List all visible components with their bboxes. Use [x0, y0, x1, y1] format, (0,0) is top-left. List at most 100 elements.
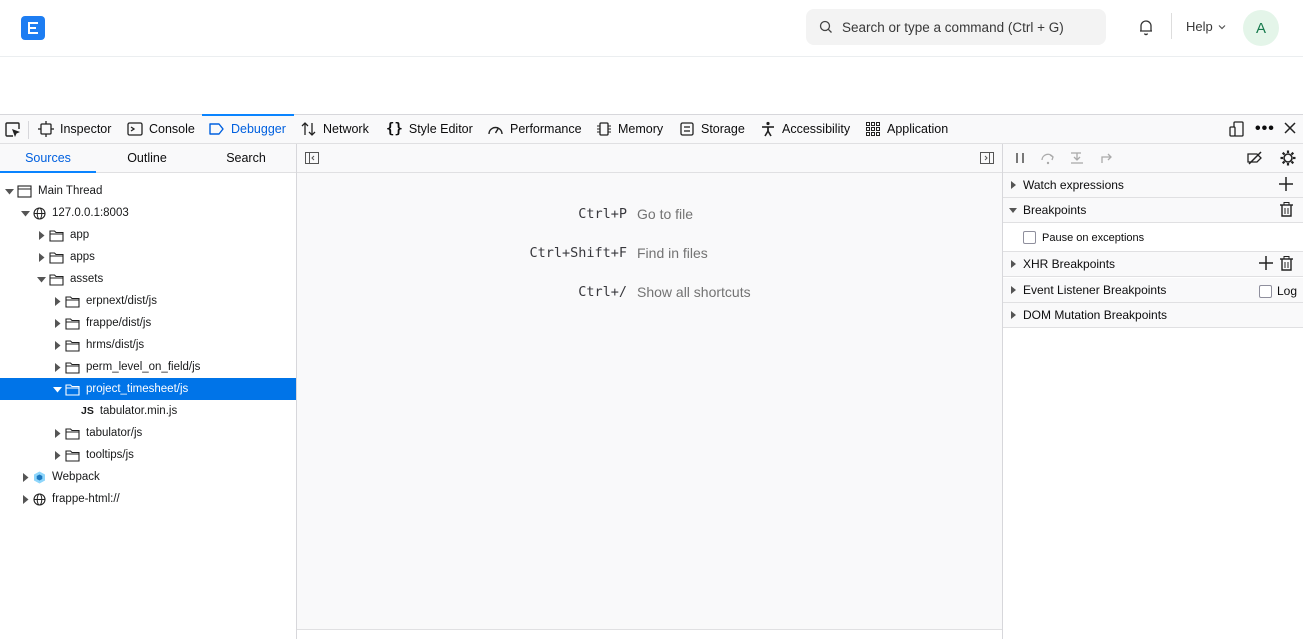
- xhr-breakpoints-header[interactable]: XHR Breakpoints: [1003, 252, 1303, 277]
- tree-item-label: project_timesheet/js: [86, 383, 189, 395]
- tab-inspector[interactable]: Inspector: [38, 115, 111, 143]
- webpack-icon: [33, 471, 46, 484]
- pause-on-exceptions-checkbox[interactable]: [1023, 231, 1036, 244]
- tree-item[interactable]: frappe/dist/js: [0, 312, 296, 334]
- tab-label: Accessibility: [782, 122, 851, 136]
- chevron-down-icon[interactable]: [52, 384, 62, 394]
- folder-icon: [65, 317, 80, 330]
- chevron-right-icon[interactable]: [52, 318, 62, 328]
- add-xhr-breakpoint-button[interactable]: [1259, 256, 1273, 273]
- dom-mutation-breakpoints-header[interactable]: DOM Mutation Breakpoints: [1003, 303, 1303, 328]
- remove-xhr-breakpoints-button[interactable]: [1280, 256, 1293, 274]
- chevron-down-icon[interactable]: [36, 274, 46, 284]
- help-dropdown[interactable]: Help: [1186, 19, 1227, 34]
- chevron-right-icon[interactable]: [52, 428, 62, 438]
- devtools-panel: Inspector Console Debugger Network {} St…: [0, 114, 1303, 639]
- tree-item[interactable]: project_timesheet/js: [0, 378, 296, 400]
- toggle-right-pane-button[interactable]: [980, 151, 994, 170]
- deactivate-breakpoints-button[interactable]: [1246, 151, 1264, 170]
- step-over-button[interactable]: [1040, 151, 1056, 170]
- log-toggle[interactable]: Log: [1259, 284, 1297, 298]
- tree-item[interactable]: perm_level_on_field/js: [0, 356, 296, 378]
- tree-item[interactable]: 127.0.0.1:8003: [0, 202, 296, 224]
- shortcut-label: Find in files: [637, 245, 708, 261]
- step-in-icon: [1071, 152, 1083, 164]
- toggle-sources-button[interactable]: [305, 151, 319, 170]
- notifications-button[interactable]: [1137, 18, 1155, 41]
- tree-item[interactable]: hrms/dist/js: [0, 334, 296, 356]
- chevron-right-icon[interactable]: [52, 340, 62, 350]
- step-out-button[interactable]: [1099, 151, 1115, 170]
- tree-item[interactable]: apps: [0, 246, 296, 268]
- chevron-right-icon[interactable]: [52, 362, 62, 372]
- tree-item[interactable]: frappe-html://: [0, 488, 296, 510]
- tab-debugger[interactable]: Debugger: [202, 114, 294, 143]
- chevron-right-icon[interactable]: [36, 252, 46, 262]
- chevron-down-icon: [1003, 206, 1023, 214]
- log-checkbox[interactable]: [1259, 284, 1272, 298]
- tree-item[interactable]: JS tabulator.min.js: [0, 400, 296, 422]
- tree-item[interactable]: Main Thread: [0, 180, 296, 202]
- chevron-right-icon[interactable]: [52, 296, 62, 306]
- tab-performance[interactable]: Performance: [487, 115, 582, 143]
- close-devtools-button[interactable]: [1283, 121, 1297, 140]
- add-watch-button[interactable]: [1279, 177, 1293, 194]
- folder-icon: [65, 427, 80, 440]
- app-logo[interactable]: [21, 16, 45, 40]
- shortcut-go-to-file[interactable]: Ctrl+P Go to file: [297, 206, 693, 222]
- sources-subtabs: Sources Outline Search: [0, 144, 296, 173]
- tree-item[interactable]: tooltips/js: [0, 444, 296, 466]
- storage-icon: [680, 122, 694, 136]
- responsive-design-button[interactable]: [1229, 121, 1245, 142]
- tree-item[interactable]: Webpack: [0, 466, 296, 488]
- shortcut-keys: Ctrl+Shift+F: [529, 245, 627, 261]
- chevron-down-icon[interactable]: [4, 186, 14, 196]
- step-over-icon: [1041, 153, 1054, 165]
- avatar[interactable]: A: [1243, 10, 1279, 46]
- chevron-right-icon[interactable]: [20, 494, 30, 504]
- tab-search[interactable]: Search: [198, 144, 294, 172]
- console-icon: [127, 122, 143, 136]
- close-icon: [1284, 122, 1296, 134]
- element-picker-button[interactable]: [4, 121, 22, 144]
- tab-console[interactable]: Console: [127, 115, 195, 143]
- tree-item[interactable]: erpnext/dist/js: [0, 290, 296, 312]
- tree-item[interactable]: tabulator/js: [0, 422, 296, 444]
- accordion-label: XHR Breakpoints: [1023, 257, 1116, 271]
- more-options-icon[interactable]: •••: [1255, 120, 1275, 138]
- chevron-down-icon[interactable]: [20, 208, 30, 218]
- pause-icon: [1016, 153, 1024, 163]
- pause-button[interactable]: [1013, 151, 1027, 170]
- globe-icon: [33, 206, 46, 220]
- tab-label: Application: [887, 122, 949, 136]
- tab-style-editor[interactable]: {} Style Editor: [386, 115, 473, 143]
- tree-item-label: app: [70, 229, 90, 241]
- tab-outline[interactable]: Outline: [99, 144, 195, 172]
- watch-expressions-header[interactable]: Watch expressions: [1003, 173, 1303, 198]
- awesomebar-search[interactable]: Search or type a command (Ctrl + G): [806, 9, 1106, 45]
- tree-item[interactable]: app: [0, 224, 296, 246]
- shortcut-show-all[interactable]: Ctrl+/ Show all shortcuts: [297, 284, 750, 300]
- tab-label: Memory: [618, 122, 664, 136]
- chevron-right-icon[interactable]: [20, 472, 30, 482]
- tab-storage[interactable]: Storage: [679, 115, 745, 143]
- pause-on-exceptions-row[interactable]: Pause on exceptions: [1003, 224, 1303, 252]
- chevron-right-icon[interactable]: [36, 230, 46, 240]
- tab-memory[interactable]: Memory: [596, 115, 663, 143]
- event-listener-breakpoints-header[interactable]: Event Listener Breakpoints Log: [1003, 278, 1303, 303]
- trash-icon: [1280, 202, 1293, 217]
- secondary-pane: Watch expressions Breakpoints Pause on e…: [1003, 144, 1303, 639]
- step-in-button[interactable]: [1069, 151, 1085, 170]
- debugger-settings-button[interactable]: [1280, 150, 1296, 171]
- shortcut-find-in-files[interactable]: Ctrl+Shift+F Find in files: [297, 245, 708, 261]
- tree-item[interactable]: assets: [0, 268, 296, 290]
- breakpoints-header[interactable]: Breakpoints: [1003, 198, 1303, 223]
- tab-application[interactable]: Application: [865, 115, 948, 143]
- remove-all-breakpoints-button[interactable]: [1280, 202, 1293, 220]
- chevron-right-icon[interactable]: [52, 450, 62, 460]
- tab-network[interactable]: Network: [300, 115, 369, 143]
- debugger-icon: [209, 123, 224, 135]
- tab-sources[interactable]: Sources: [0, 144, 96, 173]
- tab-accessibility[interactable]: Accessibility: [760, 115, 850, 143]
